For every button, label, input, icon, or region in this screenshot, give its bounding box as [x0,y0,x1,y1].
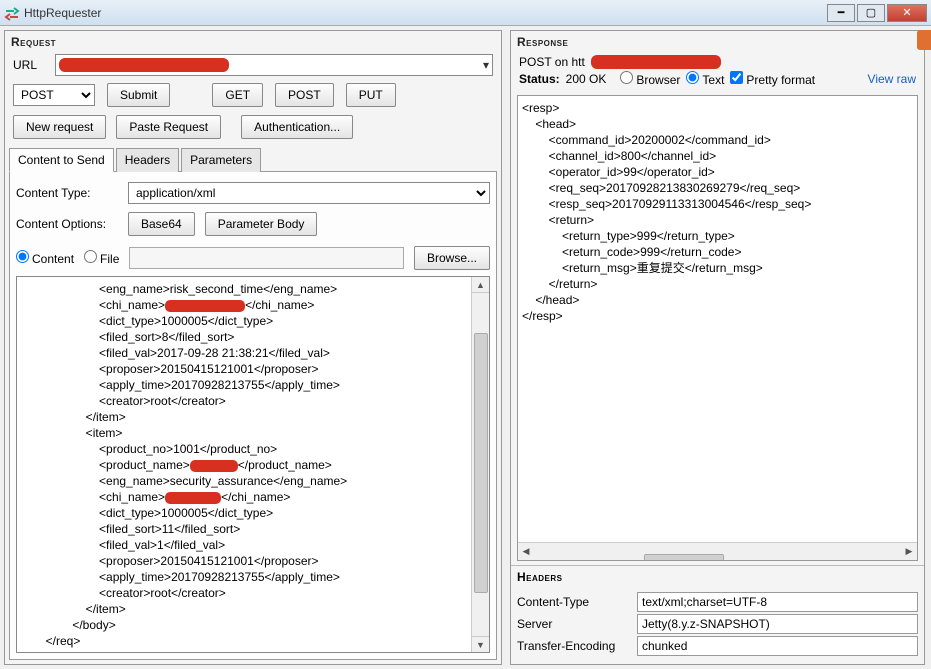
submit-button[interactable]: Submit [107,83,170,107]
response-post-on: POST on htt [519,55,585,69]
scroll-right-icon[interactable]: ▶ [901,546,917,557]
put-button[interactable]: PUT [346,83,396,107]
response-panel: Response POST on htt Status: 200 OK Brow… [510,30,925,665]
content-type-select[interactable]: application/xml [128,182,490,204]
pretty-format-checkbox[interactable]: Pretty format [730,71,815,87]
redacted-response-url [591,55,721,69]
method-select[interactable]: POST [13,84,95,106]
header-row: Content-Typetext/xml;charset=UTF-8 [517,592,918,612]
tab-parameters[interactable]: Parameters [181,148,261,172]
get-button[interactable]: GET [212,83,263,107]
scrollbar-horizontal[interactable]: ◀ ▶ [518,542,917,560]
tab-content-to-send[interactable]: Content to Send [9,148,114,172]
header-key: Server [517,617,637,631]
maximize-button[interactable]: ▢ [857,4,885,22]
header-key: Content-Type [517,595,637,609]
header-value[interactable]: chunked [637,636,918,656]
headers-title: Headers [511,565,924,586]
close-button[interactable]: ✕ [887,4,927,22]
post-button[interactable]: POST [275,83,334,107]
new-request-button[interactable]: New request [13,115,106,139]
request-title: Request [5,31,501,51]
radio-content[interactable]: Content [16,250,74,266]
corner-badge [917,30,931,50]
window-title: HttpRequester [24,6,827,20]
status-label: Status: [519,72,560,86]
radio-text[interactable]: Text [686,71,724,87]
header-value[interactable]: Jetty(8.y.z-SNAPSHOT) [637,614,918,634]
scroll-thumb-h[interactable] [644,554,724,562]
base64-button[interactable]: Base64 [128,212,195,236]
content-type-label: Content Type: [16,186,118,200]
response-title: Response [511,31,924,51]
minimize-button[interactable]: ━ [827,4,855,22]
content-options-label: Content Options: [16,217,118,231]
scroll-left-icon[interactable]: ◀ [518,546,534,557]
paste-request-button[interactable]: Paste Request [116,115,221,139]
response-body[interactable]: <resp> <head> <command_id>20200002</comm… [518,96,917,542]
titlebar: HttpRequester ━ ▢ ✕ [0,0,931,26]
request-body-textarea[interactable]: <eng_name>risk_second_time</eng_name> <c… [16,276,490,653]
view-raw-link[interactable]: View raw [868,72,916,86]
header-row: ServerJetty(8.y.z-SNAPSHOT) [517,614,918,634]
scrollbar-vertical[interactable]: ▲ ▼ [471,277,489,652]
authentication-button[interactable]: Authentication... [241,115,353,139]
tab-headers[interactable]: Headers [116,148,179,172]
url-label: URL [13,58,49,72]
chevron-down-icon[interactable]: ▾ [483,58,489,72]
redacted-url [59,58,229,72]
file-path-input[interactable] [129,247,404,269]
scroll-up-icon[interactable]: ▲ [472,277,489,293]
header-value[interactable]: text/xml;charset=UTF-8 [637,592,918,612]
parameter-body-button[interactable]: Parameter Body [205,212,318,236]
browse-button[interactable]: Browse... [414,246,490,270]
radio-file[interactable]: File [84,250,119,266]
url-input[interactable]: ▾ [55,54,493,76]
header-row: Transfer-Encodingchunked [517,636,918,656]
status-value: 200 OK [566,72,607,86]
radio-browser[interactable]: Browser [620,71,680,87]
scroll-thumb[interactable] [474,333,488,593]
app-icon [4,5,20,21]
request-panel: Request URL ▾ POST Submit GET POST PUT N… [4,30,502,665]
scroll-down-icon[interactable]: ▼ [472,636,489,652]
header-key: Transfer-Encoding [517,639,637,653]
